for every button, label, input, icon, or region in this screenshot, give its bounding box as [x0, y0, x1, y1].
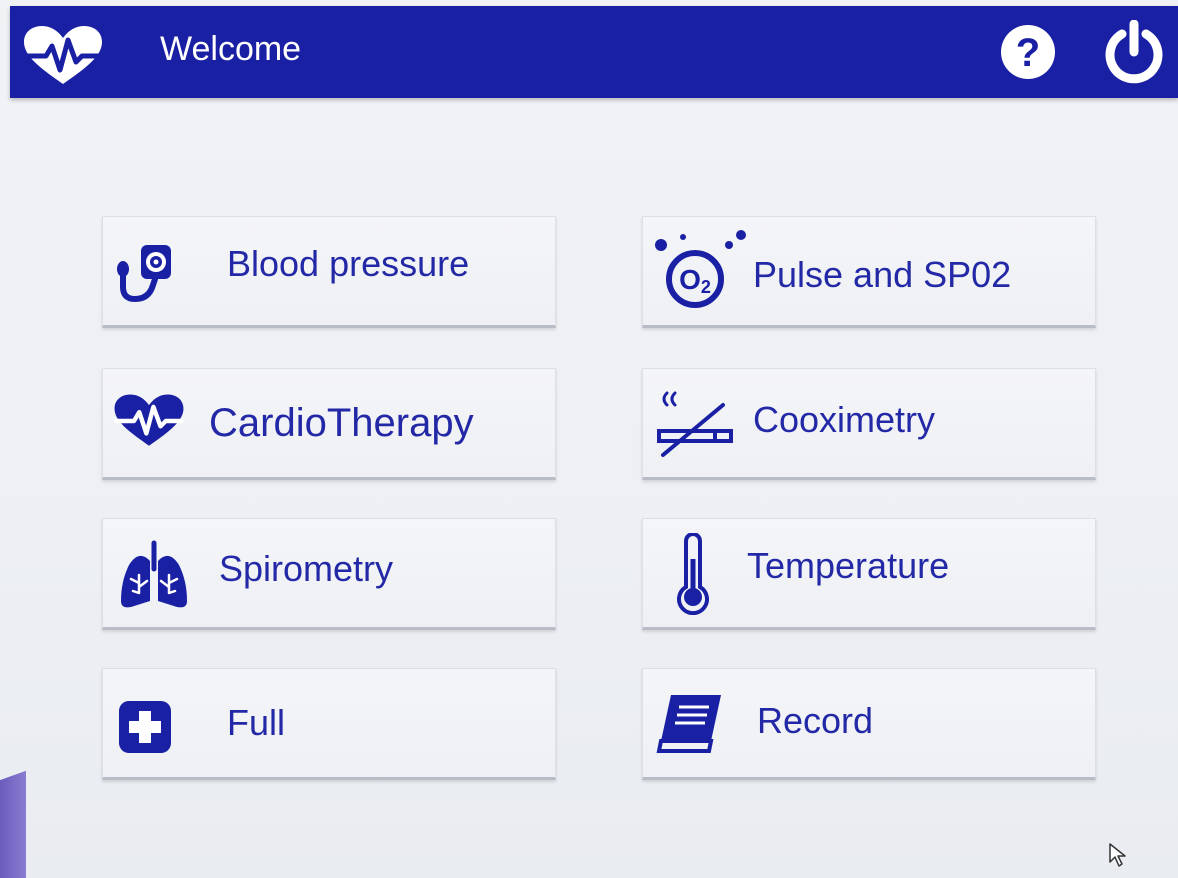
menu-item-label: Blood pressure	[227, 243, 470, 284]
spirometry-button[interactable]: Spirometry	[102, 518, 556, 630]
heart-pulse-icon	[114, 394, 184, 446]
menu-item-label: Cooximetry	[753, 399, 936, 440]
book-icon	[656, 695, 721, 753]
svg-text:?: ?	[1016, 31, 1040, 75]
menu-item-label: CardioTherapy	[209, 401, 474, 445]
oxygen-o2-icon: O2	[655, 230, 746, 308]
page-title: Welcome	[160, 30, 302, 68]
cooximetry-button[interactable]: Cooximetry	[642, 368, 1096, 480]
lungs-icon	[121, 540, 187, 608]
svg-text:O2: O2	[679, 264, 711, 297]
mouse-cursor-icon	[1109, 843, 1126, 867]
menu-item-label: Record	[757, 700, 874, 741]
menu-item-label: Pulse and SP02	[753, 254, 1012, 295]
question-circle-icon[interactable]: ?	[998, 22, 1058, 82]
thermometer-icon	[677, 533, 709, 615]
medical-plus-icon	[119, 701, 171, 753]
menu-item-label: Temperature	[747, 545, 950, 586]
power-icon[interactable]	[1102, 20, 1166, 84]
sphygmomanometer-icon	[117, 245, 171, 303]
heart-pulse-icon	[23, 26, 103, 84]
temperature-button[interactable]: Temperature	[642, 518, 1096, 630]
no-smoking-icon	[657, 391, 733, 457]
blood-pressure-button[interactable]: Blood pressure	[102, 216, 556, 328]
pulse-spo2-button[interactable]: O2 Pulse and SP02	[642, 216, 1096, 328]
header-bar: Welcome ?	[10, 6, 1178, 98]
device-screen: Welcome ? Blood pressure O2 Pulse and SP…	[0, 0, 1178, 878]
menu-item-label: Full	[227, 702, 286, 743]
record-button[interactable]: Record	[642, 668, 1096, 780]
cardiotherapy-button[interactable]: CardioTherapy	[102, 368, 556, 480]
full-button[interactable]: Full	[102, 668, 556, 780]
screen-corner-decoration	[0, 770, 26, 878]
menu-item-label: Spirometry	[219, 548, 394, 589]
